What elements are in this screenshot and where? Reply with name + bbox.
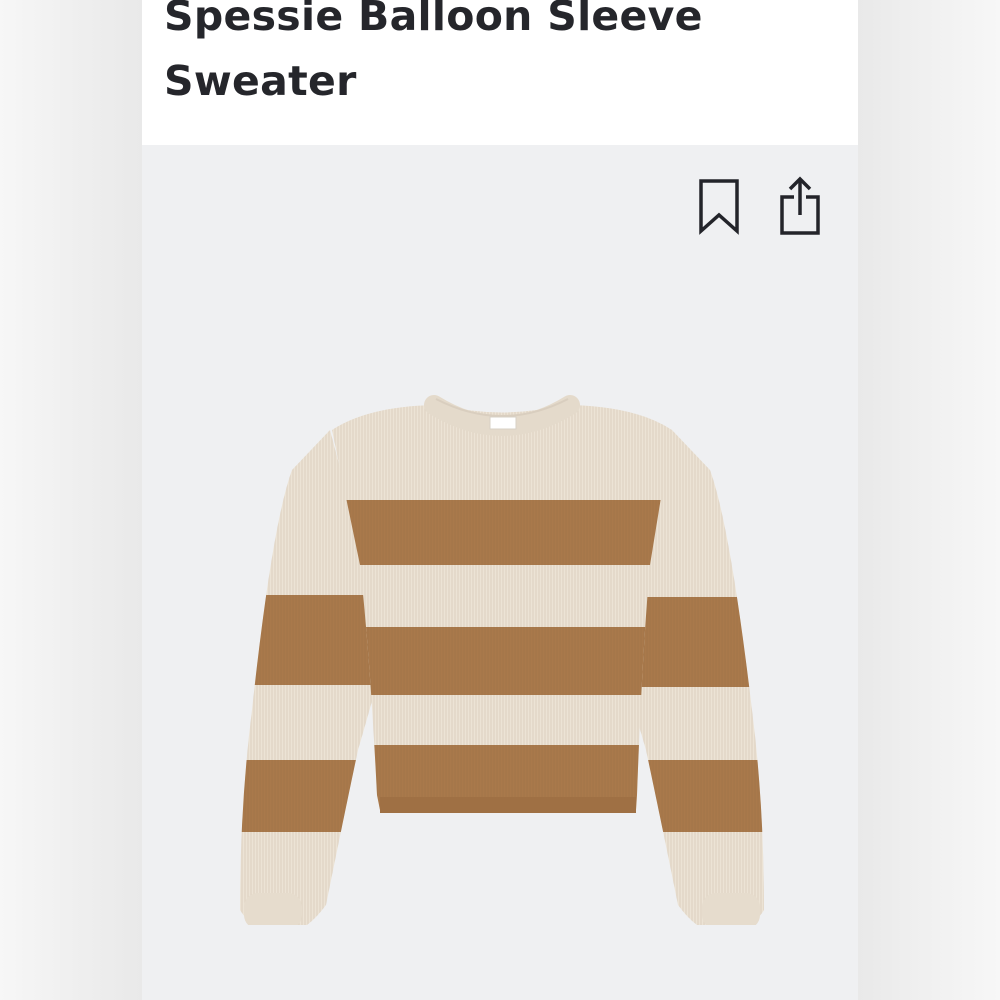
product-card: Spessie Balloon Sleeve Sweater — [142, 0, 858, 1000]
title-area: Spessie Balloon Sleeve Sweater — [142, 0, 858, 145]
product-title: Spessie Balloon Sleeve Sweater — [164, 0, 703, 105]
background-right — [858, 0, 1000, 1000]
sweater-product-image — [240, 395, 764, 925]
bookmark-icon[interactable] — [696, 177, 744, 237]
background-left — [0, 0, 142, 1000]
product-image-panel — [142, 145, 858, 1000]
share-icon[interactable] — [776, 175, 824, 235]
